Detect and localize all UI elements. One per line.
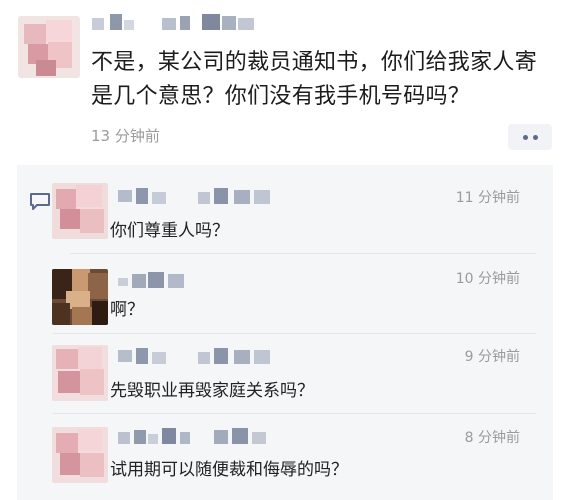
post-content: 不是，某公司的裁员通知书，你们给我家人寄是几个意思？你们没有我手机号码吗？ bbox=[91, 50, 538, 109]
comment-text: 啊？ bbox=[110, 300, 144, 320]
comment-text: 试用期可以随便裁和侮辱的吗？ bbox=[110, 460, 348, 480]
comment-timestamp: 10 分钟前 bbox=[455, 271, 520, 287]
comment-avatar[interactable] bbox=[52, 427, 108, 483]
more-button[interactable] bbox=[508, 124, 552, 150]
comment-username-blurred[interactable] bbox=[118, 188, 278, 204]
comment-divider bbox=[53, 413, 536, 414]
comment-timestamp: 9 分钟前 bbox=[464, 349, 520, 365]
comment-avatar[interactable] bbox=[52, 269, 108, 325]
comment-timestamp: 11 分钟前 bbox=[455, 190, 520, 206]
comment-divider bbox=[53, 333, 536, 334]
post-timestamp: 13 分钟前 bbox=[91, 127, 160, 145]
comment-timestamp: 8 分钟前 bbox=[464, 430, 520, 446]
comment-text: 先毁职业再毁家庭关系吗？ bbox=[110, 381, 314, 401]
comment-username-blurred[interactable] bbox=[118, 348, 278, 364]
comment-text: 你们尊重人吗？ bbox=[110, 221, 229, 241]
comment-username-blurred[interactable] bbox=[118, 272, 198, 288]
username-blurred[interactable] bbox=[92, 14, 267, 32]
more-dots-icon bbox=[522, 134, 528, 140]
comment-bubble-icon bbox=[30, 193, 50, 210]
comment-avatar[interactable] bbox=[52, 345, 108, 401]
comment-avatar[interactable] bbox=[52, 183, 108, 239]
comment-divider bbox=[70, 253, 536, 254]
avatar[interactable] bbox=[18, 16, 80, 78]
comment-username-blurred[interactable] bbox=[118, 428, 278, 444]
